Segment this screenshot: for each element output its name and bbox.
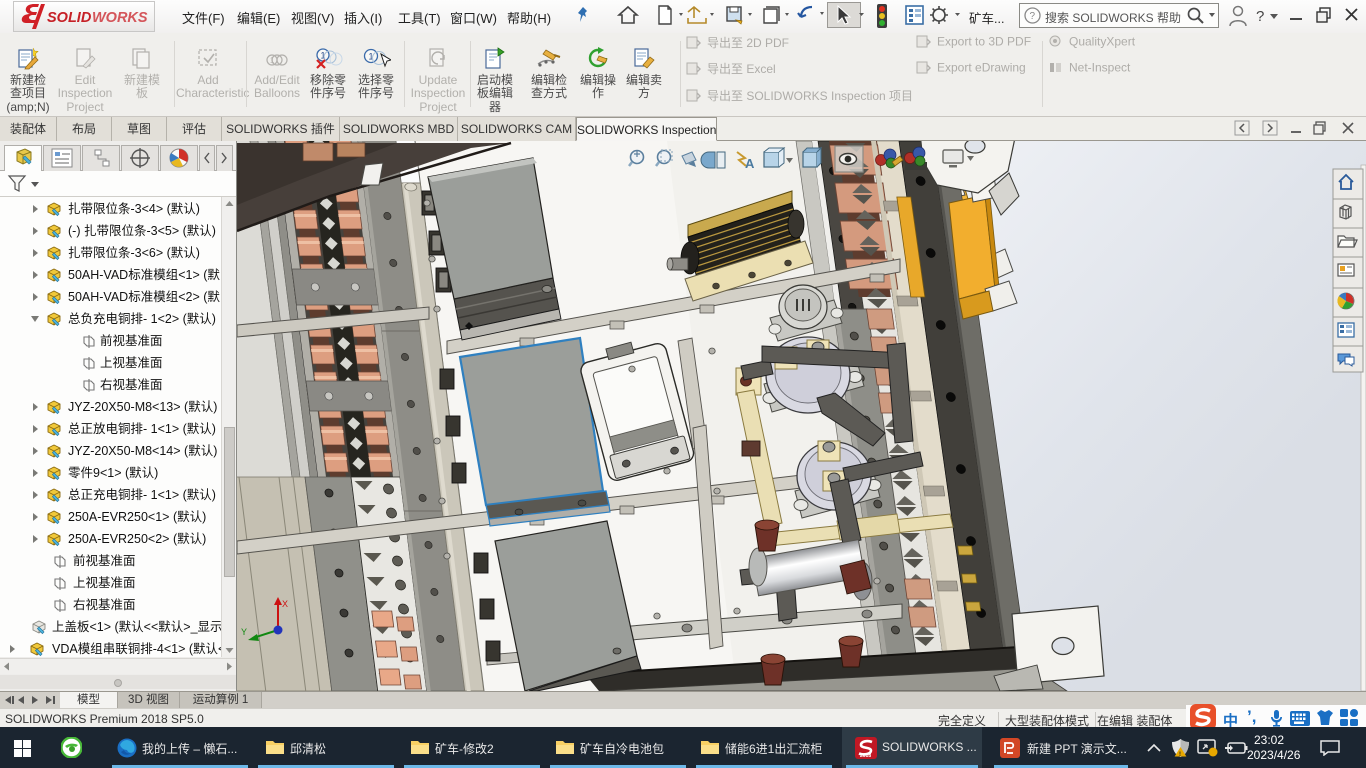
svg-text:1: 1 [270,56,275,65]
svg-text:!: ! [1179,752,1181,758]
svg-text:2018: 2018 [860,753,871,759]
svg-text:Y: Y [241,627,247,637]
svg-text:A: A [745,156,755,171]
svg-text:X: X [282,599,288,609]
svg-text:?: ? [1030,11,1036,22]
svg-text:SOLID: SOLID [47,10,92,26]
svg-text:WORKS: WORKS [92,10,148,26]
